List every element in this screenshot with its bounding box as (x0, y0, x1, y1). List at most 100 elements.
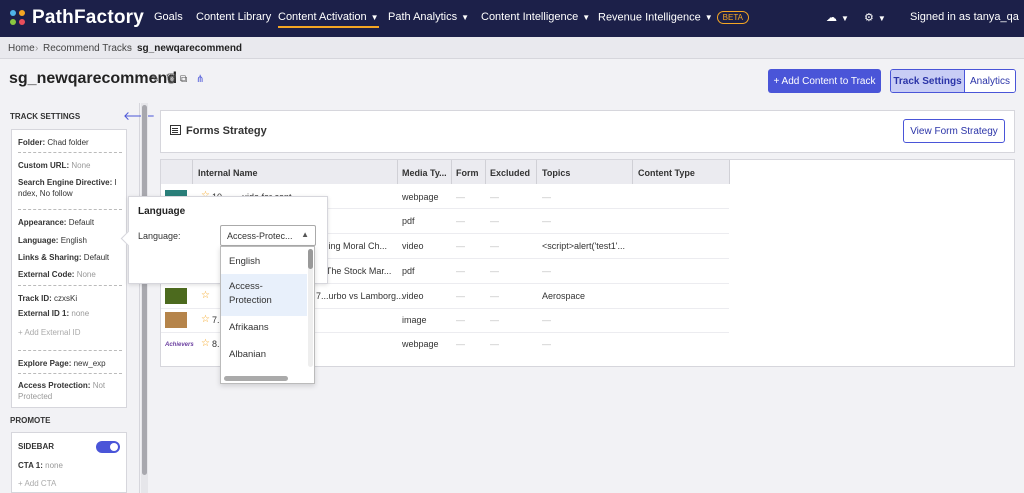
nav-content-activation-label: Content Activation (278, 11, 367, 23)
trash-icon[interactable]: 🗑 (165, 75, 178, 85)
col-form[interactable]: Form (456, 168, 479, 178)
row-excluded: — (490, 266, 499, 276)
external-code-row[interactable]: External Code: None (18, 269, 96, 280)
row-media-type: video (402, 291, 424, 301)
hierarchy-icon[interactable]: ⋔ (196, 75, 206, 85)
language-option-line: Protection (229, 295, 272, 306)
seo-row[interactable]: Search Engine Directive: Index, No follo… (18, 177, 126, 199)
row-form: — (456, 266, 465, 276)
col-topics[interactable]: Topics (542, 168, 570, 178)
column-divider (485, 160, 486, 184)
sidebar-heading: TRACK SETTINGS (10, 112, 81, 121)
track-id-label: Track ID: (18, 294, 52, 303)
add-cta-link[interactable]: + Add CTA (18, 478, 56, 489)
pencil-icon[interactable]: ✎ (151, 75, 161, 85)
external-code-label: External Code: (18, 270, 75, 279)
external-id-row[interactable]: External ID 1: none (18, 308, 89, 319)
row-excluded: — (490, 339, 499, 349)
chevron-down-icon: ▼ (841, 13, 849, 23)
col-excluded[interactable]: Excluded (490, 168, 530, 178)
language-option[interactable]: English (221, 256, 307, 267)
list-icon (170, 125, 181, 135)
star-icon[interactable]: ☆ (201, 290, 210, 301)
star-icon[interactable]: ☆ (201, 314, 210, 325)
nav-content-library[interactable]: Content Library (196, 11, 271, 23)
view-form-strategy-button[interactable]: View Form Strategy (903, 119, 1005, 143)
nav-revenue-intelligence[interactable]: Revenue Intelligence ▼ BETA (598, 11, 749, 24)
divider (18, 209, 122, 210)
collapse-arrow-icon[interactable]: 🡐 (123, 108, 155, 123)
breadcrumb-parent[interactable]: Recommend Tracks (43, 43, 132, 54)
add-external-id-link[interactable]: + Add External ID (18, 327, 80, 338)
language-option[interactable]: Albanian (221, 349, 307, 360)
logo-text: PathFactory (32, 7, 145, 28)
row-excluded: — (490, 216, 499, 226)
analytics-button[interactable]: Analytics (965, 70, 1015, 92)
seo-value-cont: ndex, No follow (18, 189, 73, 198)
track-id-row: Track ID: czxsKi (18, 293, 77, 304)
row-media-type: image (402, 315, 427, 325)
row-excluded: — (490, 192, 499, 202)
language-select[interactable]: Access-Protec... ▲ (220, 225, 316, 246)
access-protection-row[interactable]: Access Protection: Not Protected (18, 380, 126, 402)
col-content-type[interactable]: Content Type (638, 168, 695, 178)
language-select-value: Access-Protec... (227, 231, 293, 241)
sidebar-scrollbar[interactable] (141, 103, 148, 493)
settings-menu[interactable]: ⚙ ▼ (864, 11, 886, 24)
language-select-label: Language: (138, 231, 181, 241)
breadcrumb-current: sg_newqarecommend (137, 43, 243, 54)
sidebar-promo-row: SIDEBAR (18, 441, 54, 452)
language-dropdown: English Access- Protection Afrikaans Alb… (220, 246, 315, 384)
breadcrumb: Home › Recommend Tracks › sg_newqarecomm… (0, 37, 1024, 59)
nav-content-activation[interactable]: Content Activation ▼ (278, 11, 379, 28)
nav-goals[interactable]: Goals (154, 11, 183, 23)
user-menu[interactable]: Signed in as tanya_qa▼ (910, 11, 1024, 23)
row-name[interactable]: 7...urbo vs Lamborg... (316, 291, 404, 301)
cloud-menu[interactable]: ☁ ▼ (826, 11, 849, 24)
forms-strategy-card (160, 110, 1015, 153)
folder-value: Chad folder (47, 138, 89, 147)
add-content-button[interactable]: + Add Content to Track (768, 69, 881, 93)
breadcrumb-home[interactable]: Home (8, 43, 35, 54)
row-media-type: video (402, 241, 424, 251)
pathfactory-logo[interactable]: PathFactory (8, 6, 144, 30)
sidebar-toggle[interactable] (96, 441, 120, 453)
cta-row[interactable]: CTA 1: none (18, 460, 63, 471)
row-excluded: — (490, 291, 499, 301)
access-value: Not (92, 381, 106, 390)
row-media-type: pdf (402, 266, 415, 276)
language-option[interactable]: Afrikaans (221, 322, 307, 333)
copy-icon[interactable]: ⧉ (180, 75, 190, 85)
track-settings-card: Folder: Chad folder Custom URL: None Sea… (11, 129, 127, 408)
row-form: — (456, 241, 465, 251)
chevron-down-icon: ▼ (461, 12, 470, 22)
row-media-type: webpage (402, 192, 439, 202)
row-form: — (456, 192, 465, 202)
links-sharing-row[interactable]: Links & Sharing: Default (18, 252, 109, 263)
nav-revenue-intelligence-label: Revenue Intelligence (598, 11, 701, 24)
col-media-type[interactable]: Media Ty... (402, 168, 447, 178)
row-topics: — (542, 192, 551, 202)
custom-url-row[interactable]: Custom URL: None (18, 160, 90, 171)
star-icon[interactable]: ☆ (201, 338, 210, 349)
track-settings-button[interactable]: Track Settings (891, 70, 965, 92)
dropdown-vertical-scrollbar[interactable] (308, 249, 313, 367)
nav-goals-label: Goals (154, 11, 183, 23)
folder-row[interactable]: Folder: Chad folder (18, 137, 89, 148)
nav-content-intelligence[interactable]: Content Intelligence ▼ (481, 11, 590, 23)
cta-label: CTA 1: (18, 461, 43, 470)
divider (18, 285, 122, 286)
content-thumbnail (165, 288, 187, 304)
dropdown-horizontal-scrollbar[interactable] (224, 376, 288, 381)
appearance-row[interactable]: Appearance: Default (18, 217, 94, 228)
gear-icon: ⚙ (864, 12, 874, 24)
language-option-highlighted[interactable]: Access- Protection (221, 274, 307, 316)
row-topics: — (542, 266, 551, 276)
language-row[interactable]: Language: English (18, 235, 87, 246)
col-internal-name[interactable]: Internal Name (198, 168, 258, 178)
scroll-thumb[interactable] (142, 105, 147, 475)
nav-path-analytics[interactable]: Path Analytics ▼ (388, 11, 469, 23)
explore-page-row[interactable]: Explore Page: new_exp (18, 358, 106, 369)
chevron-down-icon: ▼ (877, 13, 886, 23)
cloud-upload-icon: ☁ (826, 12, 837, 24)
